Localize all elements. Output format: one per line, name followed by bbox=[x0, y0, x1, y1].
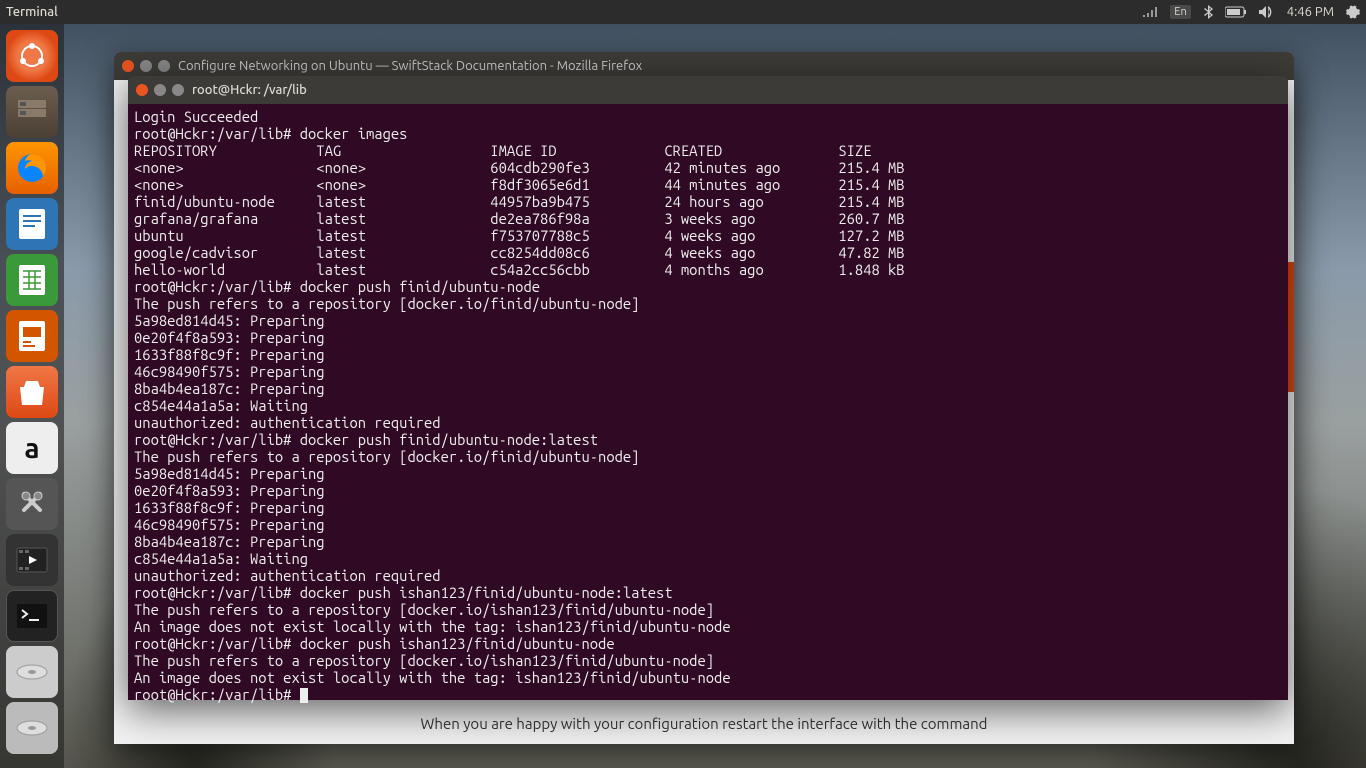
terminal-close-button[interactable] bbox=[136, 84, 148, 96]
network-icon[interactable] bbox=[1142, 6, 1158, 18]
software-center-icon[interactable] bbox=[6, 366, 58, 418]
firefox-close-button[interactable] bbox=[122, 60, 134, 72]
amazon-icon[interactable]: a bbox=[6, 422, 58, 474]
firefox-page-text: When you are happy with your configurati… bbox=[114, 715, 1294, 732]
terminal-cursor bbox=[300, 688, 308, 703]
impress-icon[interactable] bbox=[6, 310, 58, 362]
disk-icon-1[interactable] bbox=[6, 646, 58, 698]
dash-icon[interactable] bbox=[6, 30, 58, 82]
writer-icon[interactable] bbox=[6, 198, 58, 250]
terminal-window[interactable]: root@Hckr: /var/lib Login Succeeded root… bbox=[128, 76, 1288, 700]
firefox-minimize-button[interactable] bbox=[140, 60, 152, 72]
firefox-icon[interactable] bbox=[6, 142, 58, 194]
system-gear-icon[interactable] bbox=[1346, 5, 1360, 19]
terminal-maximize-button[interactable] bbox=[172, 84, 184, 96]
firefox-window-title: Configure Networking on Ubuntu — SwiftSt… bbox=[178, 59, 642, 73]
calc-icon[interactable] bbox=[6, 254, 58, 306]
keyboard-indicator[interactable]: En bbox=[1170, 5, 1190, 19]
terminal-output[interactable]: Login Succeeded root@Hckr:/var/lib# dock… bbox=[128, 104, 1288, 707]
top-menu-bar: Terminal En 4:46 PM bbox=[0, 0, 1366, 24]
disk-icon-2[interactable] bbox=[6, 702, 58, 754]
files-icon[interactable] bbox=[6, 86, 58, 138]
terminal-titlebar[interactable]: root@Hckr: /var/lib bbox=[128, 76, 1288, 104]
sound-icon[interactable] bbox=[1259, 5, 1275, 19]
settings-icon[interactable] bbox=[6, 478, 58, 530]
terminal-window-title: root@Hckr: /var/lib bbox=[192, 83, 307, 97]
active-app-title[interactable]: Terminal bbox=[6, 5, 58, 19]
unity-launcher: a bbox=[0, 24, 64, 768]
terminal-launcher-icon[interactable] bbox=[6, 590, 58, 642]
bluetooth-icon[interactable] bbox=[1203, 5, 1213, 19]
terminal-minimize-button[interactable] bbox=[154, 84, 166, 96]
video-icon[interactable] bbox=[6, 534, 58, 586]
battery-icon[interactable] bbox=[1225, 6, 1247, 18]
clock[interactable]: 4:46 PM bbox=[1287, 5, 1334, 19]
firefox-maximize-button[interactable] bbox=[158, 60, 170, 72]
